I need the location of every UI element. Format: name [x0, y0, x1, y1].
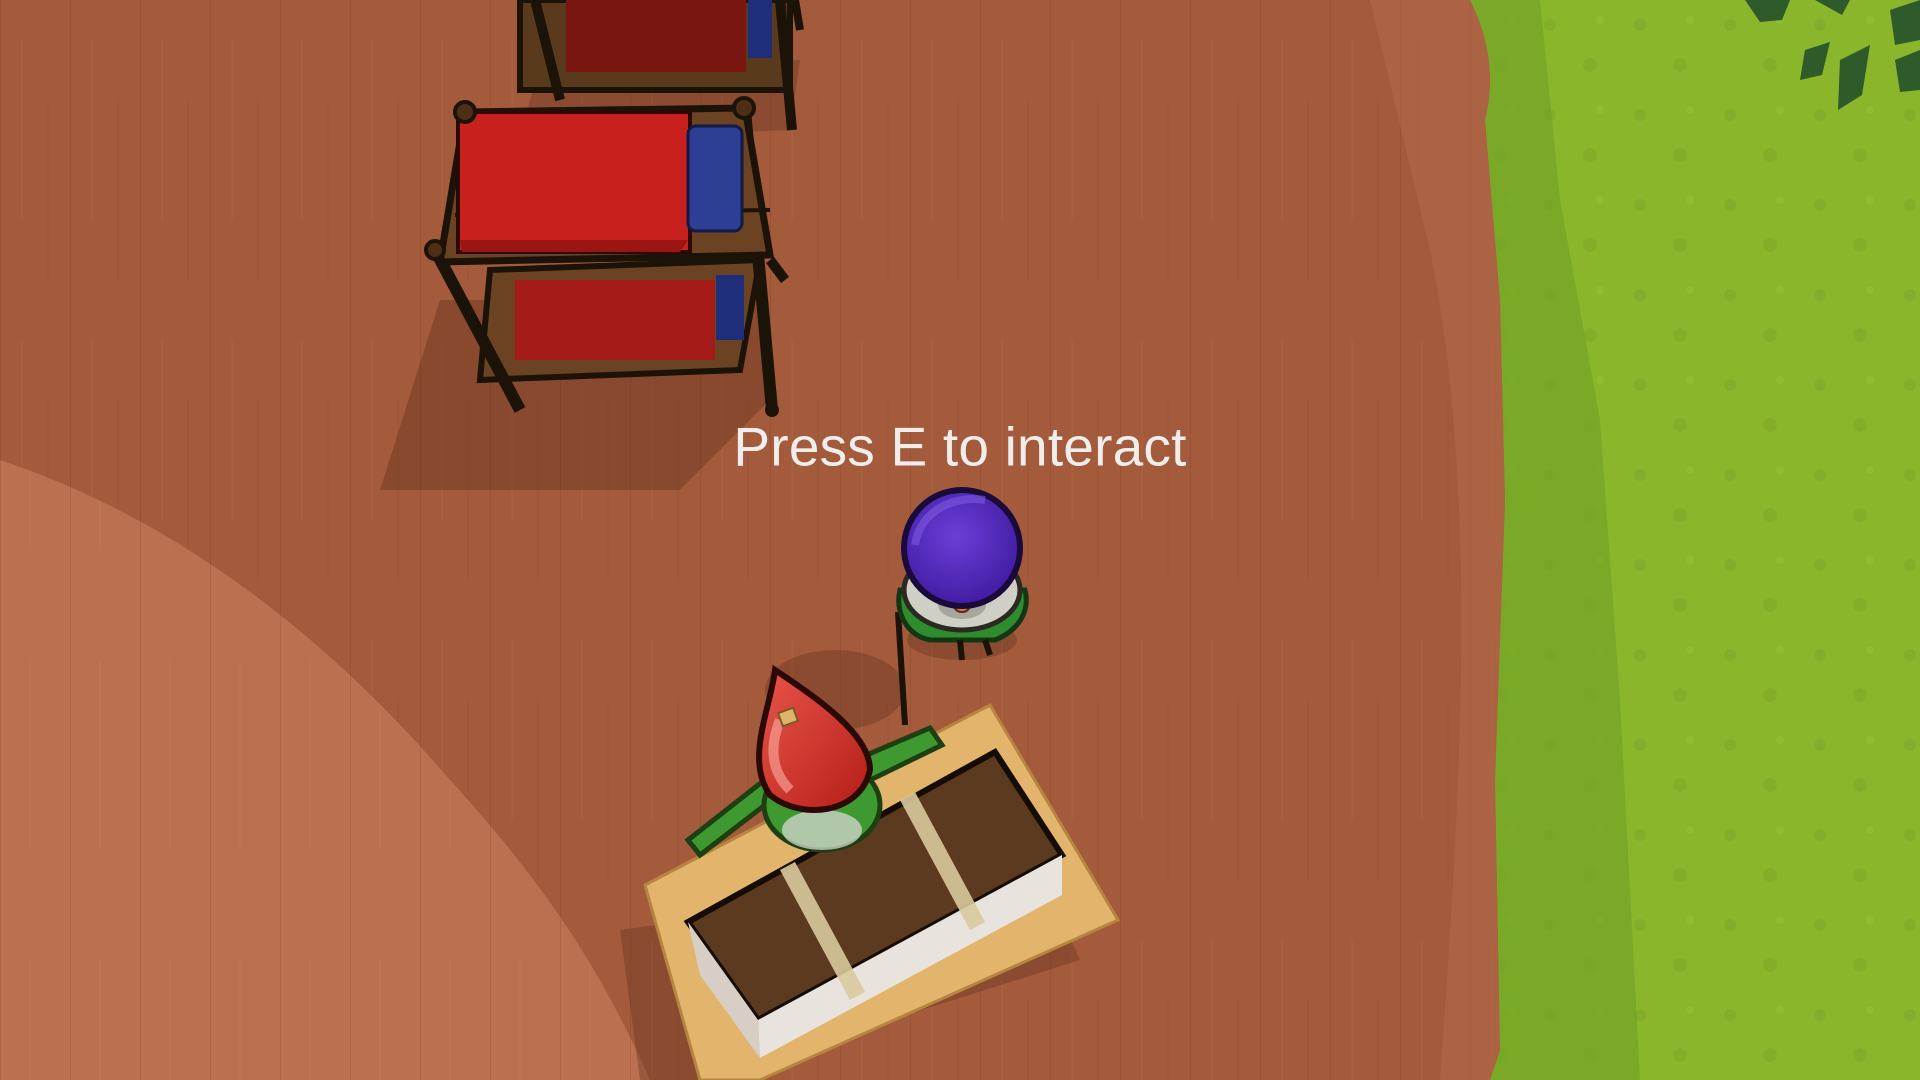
bunk-bed[interactable]	[424, 96, 789, 417]
game-viewport[interactable]: Press E to interact	[0, 0, 1920, 1080]
game-scene[interactable]	[0, 0, 1920, 1080]
npc-gnome[interactable]	[896, 487, 1029, 661]
